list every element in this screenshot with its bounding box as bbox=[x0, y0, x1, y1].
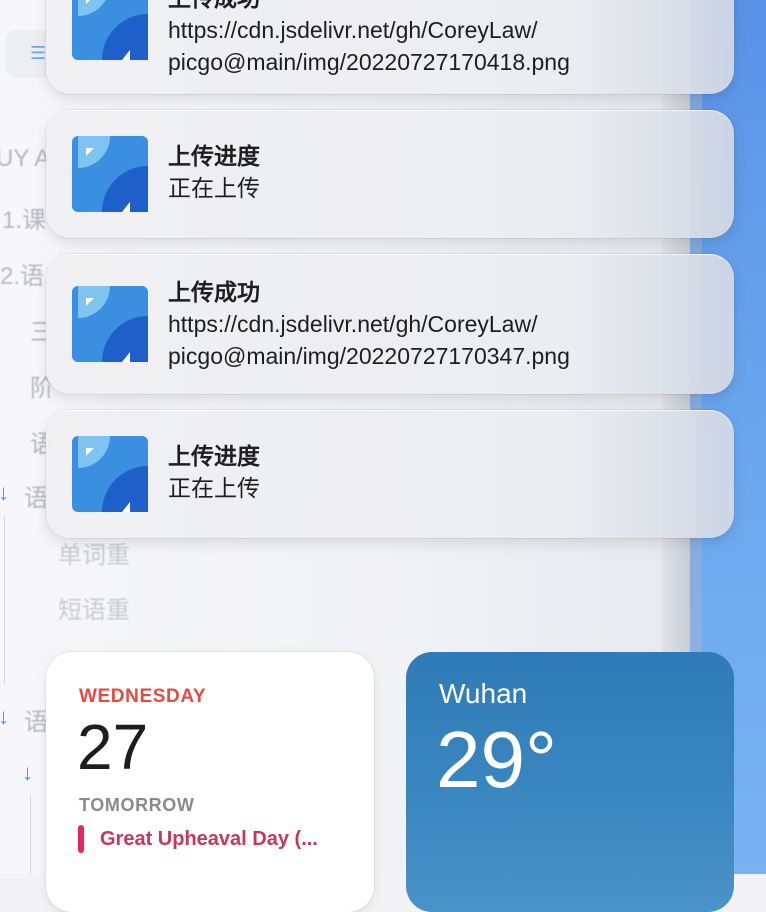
notification-title: 上传成功 bbox=[168, 279, 260, 305]
outline-item[interactable]: 1.课 bbox=[2, 200, 46, 235]
calendar-date: 27 bbox=[77, 711, 149, 783]
picgo-app-icon bbox=[72, 0, 148, 60]
outline-item[interactable]: 语 bbox=[24, 702, 48, 737]
notification-body: 正在上传 bbox=[168, 175, 260, 201]
picgo-app-icon bbox=[72, 436, 148, 512]
outline-item[interactable]: 短语重 bbox=[58, 590, 130, 625]
calendar-event-title: Great Upheaval Day (... bbox=[100, 827, 318, 850]
arrow-down-icon[interactable]: ↓ bbox=[0, 480, 9, 506]
notification-upload-progress[interactable]: 上传进度 正在上传 bbox=[46, 110, 734, 238]
event-color-bar bbox=[78, 825, 84, 853]
calendar-section-label: TOMORROW bbox=[79, 795, 195, 815]
outline-guide-line bbox=[4, 515, 5, 685]
calendar-event[interactable]: Great Upheaval Day (... bbox=[78, 825, 318, 853]
outline-item[interactable]: UY A bbox=[0, 145, 50, 173]
calendar-widget[interactable]: WEDNESDAY 27 TOMORROW Great Upheaval Day… bbox=[46, 652, 374, 912]
weather-city: Wuhan bbox=[439, 678, 528, 709]
notification-upload-success[interactable]: 上传成功 https://cdn.jsdelivr.net/gh/CoreyLa… bbox=[46, 0, 734, 94]
notification-title: 上传成功 bbox=[168, 0, 714, 14]
outline-guide-line bbox=[30, 795, 31, 875]
arrow-down-icon[interactable]: ↓ bbox=[22, 760, 33, 786]
arrow-down-icon[interactable]: ↓ bbox=[0, 704, 9, 730]
notification-upload-success[interactable]: 上传成功 https://cdn.jsdelivr.net/gh/CoreyLa… bbox=[46, 254, 734, 394]
outline-item[interactable]: 2.语 bbox=[0, 256, 44, 291]
calendar-weekday: WEDNESDAY bbox=[79, 686, 207, 707]
notification-body: https://cdn.jsdelivr.net/gh/CoreyLaw/ pi… bbox=[168, 311, 570, 369]
outline-item[interactable]: 单词重 bbox=[58, 535, 130, 570]
notification-body: 正在上传 bbox=[168, 475, 260, 501]
notification-title: 上传进度 bbox=[168, 143, 260, 169]
notification-title: 上传进度 bbox=[168, 443, 260, 469]
outline-item[interactable]: 语 bbox=[24, 478, 48, 513]
weather-widget[interactable]: Wuhan 29° bbox=[406, 652, 734, 912]
notification-body: https://cdn.jsdelivr.net/gh/CoreyLaw/ pi… bbox=[168, 17, 570, 75]
picgo-app-icon bbox=[72, 286, 148, 362]
picgo-app-icon bbox=[72, 136, 148, 212]
weather-temperature: 29° bbox=[436, 715, 557, 804]
notification-upload-progress[interactable]: 上传进度 正在上传 bbox=[46, 410, 734, 538]
